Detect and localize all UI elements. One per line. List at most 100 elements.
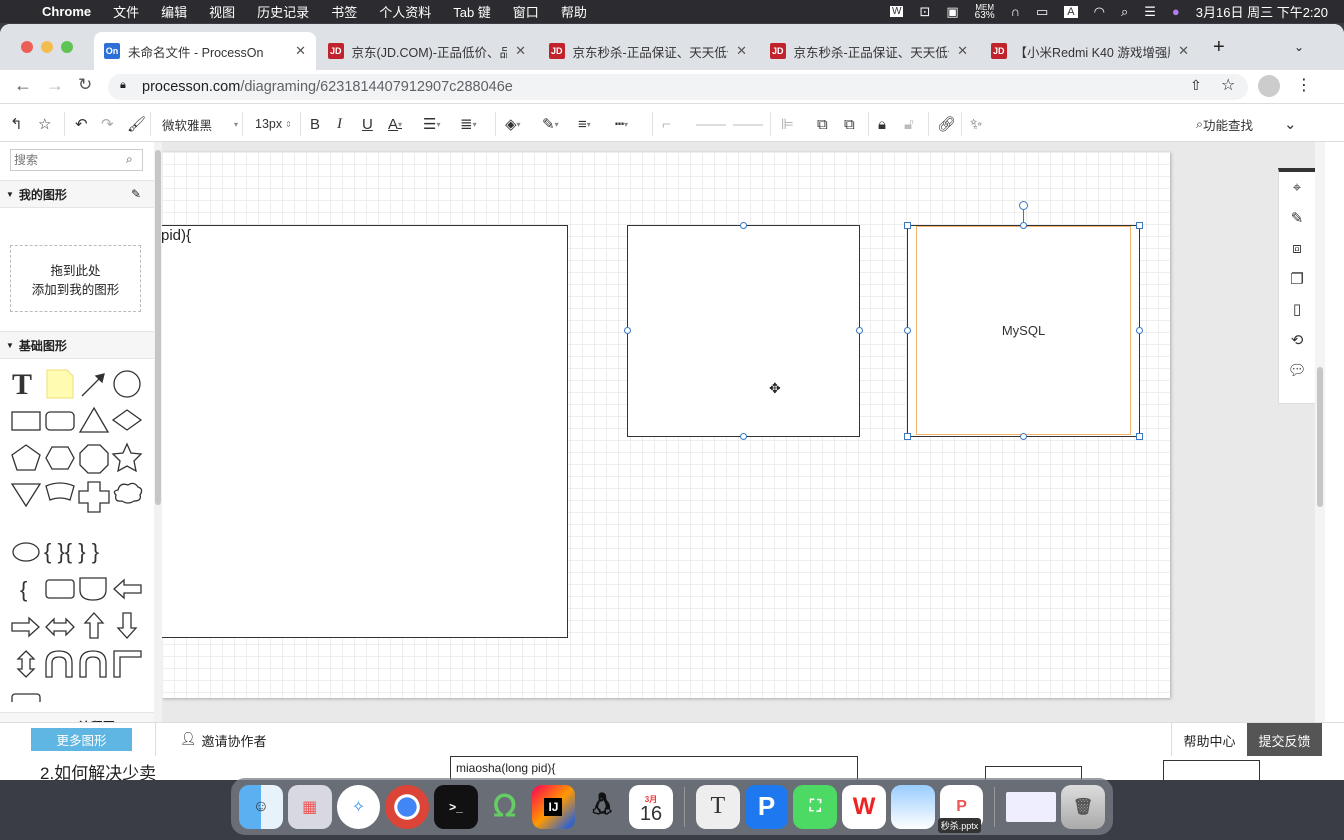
- pptx-file-icon[interactable]: P 秒杀.pptx: [937, 784, 984, 833]
- url-field[interactable]: 🔒︎ processon.com/diagraming/623181440791…: [108, 74, 1248, 100]
- line-width-icon[interactable]: ≡ ▾: [578, 106, 591, 142]
- basic-shapes-header[interactable]: ▼ 基础图形: [0, 331, 155, 359]
- diagram-canvas[interactable]: pid){ ✥ MySQL: [162, 142, 1315, 722]
- terminal-icon[interactable]: >_: [434, 784, 478, 829]
- close-tab-icon[interactable]: ✕: [515, 43, 526, 59]
- sidebar-scrollbar[interactable]: [154, 142, 162, 746]
- menu-window[interactable]: 窗口: [513, 2, 539, 21]
- minimize-window-button[interactable]: [41, 41, 53, 53]
- downloads-stack-icon[interactable]: [1006, 791, 1057, 822]
- align-objects-icon[interactable]: ⊫: [781, 106, 794, 142]
- line-end-icon[interactable]: ——: [733, 106, 763, 142]
- fill-color-icon[interactable]: ◈ ▾: [505, 106, 521, 142]
- close-tab-icon[interactable]: ✕: [736, 43, 747, 59]
- callout-shape[interactable]: [12, 542, 40, 562]
- typora-icon[interactable]: T: [695, 784, 740, 829]
- monitor-icon[interactable]: ▣: [946, 4, 958, 20]
- memory-indicator[interactable]: MEM 63%: [975, 3, 995, 20]
- clock[interactable]: 3月16日 周三 下午2:20: [1196, 2, 1328, 21]
- rectangle-shape-2[interactable]: [627, 225, 860, 437]
- wps-icon[interactable]: W: [889, 6, 904, 17]
- rectangle-shape-1[interactable]: pid){: [162, 225, 568, 638]
- rounded-rectangle-shape[interactable]: [45, 411, 75, 431]
- forward-button[interactable]: →: [46, 75, 64, 96]
- tab-search-chevron-icon[interactable]: ⌄: [1294, 40, 1304, 54]
- bring-to-front-icon[interactable]: ⧉: [817, 106, 828, 142]
- screenshot-app-icon[interactable]: ⛶: [793, 784, 838, 829]
- line-start-icon[interactable]: ——: [696, 106, 726, 142]
- connection-point[interactable]: [740, 433, 747, 440]
- connection-point[interactable]: [1020, 222, 1027, 229]
- presentation-icon[interactable]: ⊡: [919, 4, 930, 20]
- connector-type-icon[interactable]: ⌐: [662, 106, 671, 142]
- font-color-button[interactable]: A ▾: [388, 106, 402, 142]
- mysql-text-box[interactable]: MySQL: [916, 226, 1131, 435]
- siri-icon[interactable]: ●: [1172, 4, 1180, 19]
- processon-app-icon[interactable]: P: [744, 784, 789, 829]
- resize-handle-sw[interactable]: [904, 433, 911, 440]
- resize-handle-ne[interactable]: [1136, 222, 1143, 229]
- chrome-icon[interactable]: [385, 784, 430, 829]
- canvas-page[interactable]: pid){ ✥ MySQL: [162, 152, 1170, 698]
- vertical-scroll-thumb[interactable]: [1317, 367, 1323, 507]
- calendar-icon[interactable]: 3月 16: [629, 784, 673, 829]
- navicat-icon[interactable]: ᘯ: [483, 785, 527, 829]
- cloud-shape[interactable]: [113, 482, 143, 504]
- corner-shape[interactable]: [113, 650, 142, 678]
- tab-jd-2[interactable]: JD 京东秒杀-正品保证、天天低价 ✕: [539, 32, 757, 70]
- chrome-menu-icon[interactable]: ⋮: [1296, 75, 1312, 95]
- drop-zone[interactable]: 拖到此处 添加到我的图形: [10, 245, 141, 312]
- menu-tab[interactable]: Tab 键: [453, 2, 491, 21]
- connection-point[interactable]: [1136, 327, 1143, 334]
- share-icon[interactable]: ⇧: [1190, 77, 1202, 94]
- left-arrow-shape[interactable]: [113, 578, 142, 600]
- basic-shapes-grid[interactable]: T { }{ } } {: [0, 362, 155, 702]
- data-attributes-icon[interactable]: ❐: [1279, 264, 1315, 295]
- style-icon[interactable]: ✎: [1279, 203, 1315, 234]
- line-style-icon[interactable]: ┅ ▾: [615, 106, 628, 142]
- vertical-double-arrow-shape[interactable]: [16, 650, 36, 678]
- lock-icon[interactable]: 🔒︎: [878, 106, 886, 142]
- card-shape[interactable]: [45, 579, 75, 599]
- battery-icon[interactable]: ▭: [1036, 4, 1048, 20]
- menu-view[interactable]: 视图: [209, 2, 235, 21]
- search-icon[interactable]: ⌕: [126, 152, 133, 167]
- tab-processon[interactable]: On 未命名文件 - ProcessOn ✕: [94, 32, 316, 70]
- magic-wand-icon[interactable]: ✨︎: [970, 106, 982, 142]
- u-turn-shape[interactable]: [45, 650, 73, 678]
- font-family-select[interactable]: 微软雅黑 ▾: [162, 106, 238, 142]
- u-arrow-shape[interactable]: [79, 650, 107, 678]
- back-arrow-icon[interactable]: ↰: [10, 106, 23, 142]
- finder-icon[interactable]: ☺: [239, 784, 283, 829]
- spotlight-icon[interactable]: ⌕: [1121, 4, 1128, 20]
- launchpad-icon[interactable]: ▦: [287, 784, 332, 829]
- up-arrow-shape[interactable]: [83, 612, 105, 639]
- preview-icon[interactable]: [890, 784, 935, 829]
- unlock-icon[interactable]: 🔓︎: [904, 106, 914, 142]
- page-settings-icon[interactable]: ⧈: [1279, 233, 1315, 264]
- connection-point[interactable]: [856, 327, 863, 334]
- pentagon-shape[interactable]: [11, 444, 41, 471]
- menu-profile[interactable]: 个人资料: [379, 2, 431, 21]
- intellij-icon[interactable]: IJ: [531, 784, 576, 829]
- double-arrow-shape[interactable]: [45, 617, 75, 637]
- help-center-button[interactable]: 帮助中心: [1171, 723, 1247, 757]
- wifi-icon[interactable]: ◠: [1094, 4, 1105, 20]
- connection-point[interactable]: [904, 327, 911, 334]
- menu-bookmarks[interactable]: 书签: [331, 2, 357, 21]
- qq-icon[interactable]: 🐧︎: [580, 785, 624, 829]
- rectangle-shape[interactable]: [11, 411, 41, 431]
- circle-shape[interactable]: [113, 370, 141, 398]
- tab-jd-3[interactable]: JD 京东秒杀-正品保证、天天低价 ✕: [760, 32, 978, 70]
- undo-icon[interactable]: ↶: [75, 106, 88, 142]
- history-icon[interactable]: ⟲: [1279, 325, 1315, 356]
- trash-icon[interactable]: 🗑︎: [1061, 784, 1105, 829]
- tab-jd-1[interactable]: JD 京东(JD.COM)-正品低价、品 ✕: [318, 32, 536, 70]
- format-brush-icon[interactable]: 🖌︎: [127, 106, 146, 142]
- headphones-icon[interactable]: ∩: [1011, 4, 1020, 19]
- line-spacing-button[interactable]: ≣ ▾: [460, 106, 477, 142]
- bookmark-star-icon[interactable]: ☆: [1221, 75, 1235, 95]
- rectangle-shape-mysql[interactable]: MySQL: [907, 225, 1140, 437]
- delay-shape[interactable]: [79, 577, 107, 601]
- note-shape[interactable]: [46, 369, 74, 399]
